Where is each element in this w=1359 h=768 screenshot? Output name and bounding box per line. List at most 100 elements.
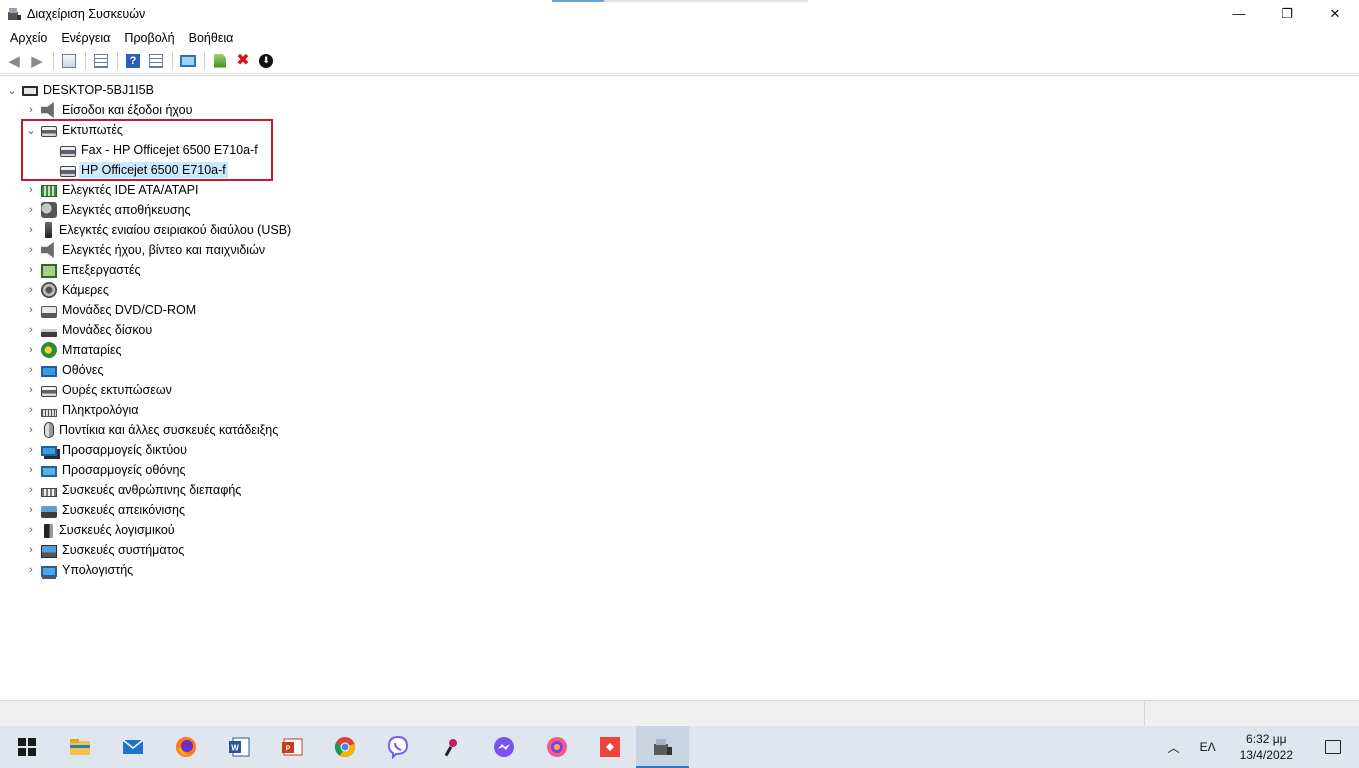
tree-item-label: Εκτυπωτές (62, 123, 123, 137)
update-driver-button[interactable] (209, 50, 231, 72)
taskbar-device-manager[interactable] (636, 726, 689, 768)
imaging-device-icon (41, 505, 57, 518)
tree-item-label: Ουρές εκτυπώσεων (62, 383, 172, 397)
scan-hardware-button[interactable] (177, 50, 199, 72)
menu-action[interactable]: Ενέργεια (54, 28, 117, 48)
chevron-right-icon[interactable]: › (24, 360, 38, 380)
taskbar-mail[interactable] (106, 726, 159, 768)
chevron-down-icon[interactable]: ⌄ (24, 120, 38, 140)
taskbar-word[interactable]: W (212, 726, 265, 768)
tree-item-sound-video-game[interactable]: › Ελεγκτές ήχου, βίντεο και παιχνιδιών (24, 240, 267, 260)
notifications-button[interactable] (1307, 726, 1359, 768)
chevron-right-icon[interactable]: › (24, 280, 38, 300)
taskbar-browser[interactable] (530, 726, 583, 768)
chevron-right-icon[interactable]: › (24, 540, 38, 560)
printer-icon (60, 146, 76, 157)
clock[interactable]: 6:32 μμ 13/4/2022 (1226, 726, 1307, 768)
back-button[interactable]: ◀ (3, 50, 25, 72)
help-button[interactable]: ? (122, 50, 144, 72)
taskbar-firefox[interactable] (159, 726, 212, 768)
minimize-button[interactable]: — (1215, 0, 1263, 27)
chevron-right-icon[interactable]: › (24, 220, 38, 240)
console-tree-icon (62, 53, 76, 68)
tree-item-system-devices[interactable]: › Συσκευές συστήματος (24, 540, 186, 560)
device-manager-window: Διαχείριση Συσκευών — ❐ ✕ Αρχείο Ενέργει… (0, 0, 1359, 768)
chevron-right-icon[interactable]: › (24, 520, 38, 540)
chevron-down-icon[interactable]: ⌄ (5, 80, 19, 100)
chevron-right-icon[interactable]: › (24, 240, 38, 260)
tree-item-software-devices[interactable]: › Συσκευές λογισμικού (24, 520, 177, 540)
taskbar-messenger[interactable] (477, 726, 530, 768)
tree-item-ide-controllers[interactable]: › Ελεγκτές IDE ATA/ATAPI (24, 180, 200, 200)
language-indicator[interactable]: ΕΛ (1190, 726, 1226, 768)
disable-device-button[interactable]: ⬇ (255, 50, 277, 72)
tree-item-mice[interactable]: › Ποντίκια και άλλες συσκευές κατάδειξης (24, 420, 280, 440)
action-pane-button[interactable] (145, 50, 167, 72)
tree-item-printers[interactable]: ⌄ Εκτυπωτές (24, 120, 125, 140)
chevron-right-icon[interactable]: › (24, 400, 38, 420)
chevron-right-icon[interactable]: › (24, 340, 38, 360)
chevron-right-icon[interactable]: › (24, 380, 38, 400)
tree-item-imaging-devices[interactable]: › Συσκευές απεικόνισης (24, 500, 187, 520)
tree-item-label: Κάμερες (62, 283, 109, 297)
properties-button[interactable] (90, 50, 112, 72)
forward-button[interactable]: ▶ (26, 50, 48, 72)
tree-item-hid[interactable]: › Συσκευές ανθρώπινης διεπαφής (24, 480, 243, 500)
tree-item-hp-printer[interactable]: HP Officejet 6500 E710a-f (57, 160, 228, 180)
tree-item-fax-printer[interactable]: Fax - HP Officejet 6500 E710a-f (57, 140, 260, 160)
chevron-right-icon[interactable]: › (24, 100, 38, 120)
file-explorer-icon (69, 739, 90, 755)
show-hide-console-tree-button[interactable] (58, 50, 80, 72)
close-button[interactable]: ✕ (1311, 0, 1359, 27)
svg-text:P: P (285, 746, 290, 753)
tree-item-audio-io[interactable]: › Είσοδοι και έξοδοι ήχου (24, 100, 194, 120)
start-button[interactable] (0, 726, 53, 768)
usb-icon (45, 222, 52, 238)
dvd-icon (41, 305, 57, 318)
chevron-right-icon[interactable]: › (24, 560, 38, 580)
tree-item-cameras[interactable]: › Κάμερες (24, 280, 111, 300)
hid-icon (41, 488, 57, 497)
system-device-icon (41, 544, 57, 558)
taskbar-file-explorer[interactable] (53, 726, 106, 768)
taskbar-anydesk[interactable] (583, 726, 636, 768)
device-tree[interactable]: ⌄ DESKTOP-5BJ1I5B › Είσοδοι και έξοδοι ή… (0, 75, 1359, 700)
menu-file[interactable]: Αρχείο (3, 28, 54, 48)
uninstall-device-button[interactable]: ✖ (232, 50, 254, 72)
taskbar-chrome[interactable] (318, 726, 371, 768)
maximize-button[interactable]: ❐ (1263, 0, 1311, 27)
chevron-right-icon[interactable]: › (24, 180, 38, 200)
tree-item-network-adapters[interactable]: › Προσαρμογείς δικτύου (24, 440, 189, 460)
tree-item-print-queues[interactable]: › Ουρές εκτυπώσεων (24, 380, 174, 400)
chevron-right-icon[interactable]: › (24, 320, 38, 340)
chevron-right-icon[interactable]: › (24, 460, 38, 480)
firefox-icon (175, 737, 196, 757)
tree-item-batteries[interactable]: › Μπαταρίες (24, 340, 124, 360)
tree-item-processors[interactable]: › Επεξεργαστές (24, 260, 143, 280)
chevron-right-icon[interactable]: › (24, 440, 38, 460)
properties-icon (94, 53, 108, 68)
chevron-right-icon[interactable]: › (24, 260, 38, 280)
show-hidden-icons-button[interactable]: ︿ (1158, 726, 1190, 768)
chevron-right-icon[interactable]: › (24, 500, 38, 520)
tree-item-keyboards[interactable]: › Πληκτρολόγια (24, 400, 141, 420)
tree-item-monitors[interactable]: › Οθόνες (24, 360, 105, 380)
tree-item-dvd-drives[interactable]: › Μονάδες DVD/CD-ROM (24, 300, 198, 320)
tree-root[interactable]: ⌄ DESKTOP-5BJ1I5B (5, 80, 156, 100)
taskbar-app[interactable] (424, 726, 477, 768)
tree-item-usb-controllers[interactable]: › Ελεγκτές ενιαίου σειριακού διαύλου (US… (24, 220, 293, 240)
tree-item-label: Ελεγκτές αποθήκευσης (62, 203, 191, 217)
taskbar-viber[interactable] (371, 726, 424, 768)
menu-view[interactable]: Προβολή (117, 28, 181, 48)
chevron-right-icon[interactable]: › (24, 200, 38, 220)
tree-item-display-adapters[interactable]: › Προσαρμογείς οθόνης (24, 460, 187, 480)
menu-help[interactable]: Βοήθεια (182, 28, 241, 48)
tree-item-label: Μπαταρίες (62, 343, 122, 357)
tree-item-storage-controllers[interactable]: › Ελεγκτές αποθήκευσης (24, 200, 193, 220)
taskbar-powerpoint[interactable]: P (265, 726, 318, 768)
chevron-right-icon[interactable]: › (24, 480, 38, 500)
tree-item-computer[interactable]: › Υπολογιστής (24, 560, 135, 580)
tree-item-disk-drives[interactable]: › Μονάδες δίσκου (24, 320, 154, 340)
chevron-right-icon[interactable]: › (24, 420, 38, 440)
chevron-right-icon[interactable]: › (24, 300, 38, 320)
